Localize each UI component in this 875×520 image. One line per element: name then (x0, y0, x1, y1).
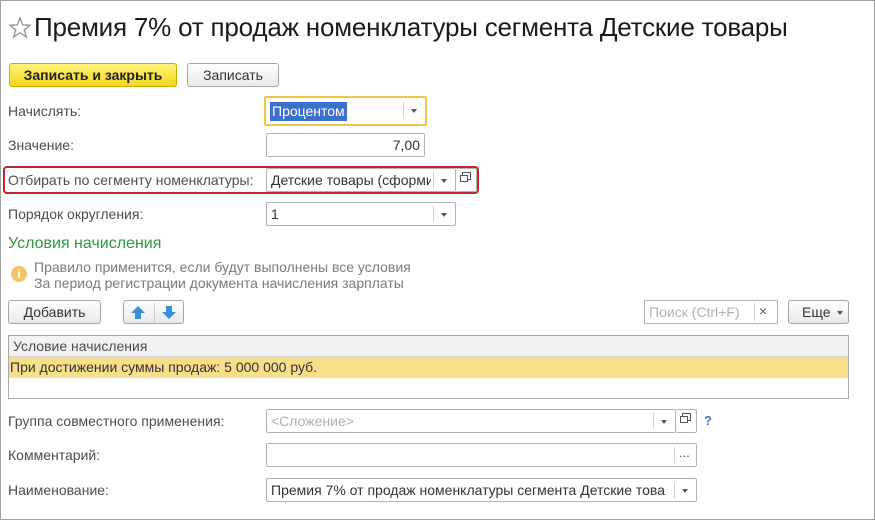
table-header: Условие начисления (9, 336, 848, 357)
group-open-button[interactable] (676, 409, 697, 433)
clear-icon[interactable]: × (759, 303, 767, 319)
add-button[interactable]: Добавить (8, 300, 101, 324)
group-label: Группа совместного применения: (8, 413, 225, 429)
group-placeholder: <Сложение> (271, 413, 354, 429)
chevron-down-icon (837, 311, 843, 315)
open-form-icon[interactable] (456, 169, 476, 191)
segment-label: Отбирать по сегменту номенклатуры: (8, 172, 254, 188)
more-label: Еще (802, 304, 831, 320)
help-icon[interactable]: ? (704, 413, 712, 428)
comment-input[interactable]: ... (266, 443, 697, 467)
save-and-close-button[interactable]: Записать и закрыть (9, 63, 177, 87)
info-line-1: Правило применится, если будут выполнены… (34, 259, 411, 275)
page-title: Премия 7% от продаж номенклатуры сегмент… (34, 12, 788, 42)
save-button[interactable]: Записать (187, 63, 279, 87)
segment-open-button[interactable] (456, 168, 477, 192)
comment-label: Комментарий: (8, 447, 101, 463)
column-header-condition: Условие начисления (13, 338, 148, 354)
segment-select[interactable]: Детские товары (сформиро (266, 168, 456, 192)
value-text: 7,00 (392, 137, 420, 153)
rounding-value: 1 (271, 206, 279, 222)
table-cell-condition: При достижении суммы продаж: 5 000 000 р… (10, 359, 318, 375)
move-buttons-group (123, 300, 184, 324)
open-form-icon[interactable] (676, 410, 696, 432)
accrue-value: Процентом (270, 102, 347, 121)
arrow-down-icon[interactable] (161, 305, 177, 320)
conditions-title: Условия начисления (8, 235, 162, 252)
more-button[interactable]: Еще (788, 300, 849, 324)
name-input[interactable]: Премия 7% от продаж номенклатуры сегмент… (266, 478, 697, 502)
ellipsis-icon[interactable]: ... (679, 445, 690, 460)
arrow-up-icon[interactable] (130, 305, 146, 320)
accrue-select[interactable]: Процентом (264, 96, 427, 126)
dropdown-arrow-icon[interactable] (433, 206, 455, 222)
search-placeholder: Поиск (Ctrl+F) (649, 304, 740, 320)
dropdown-arrow-icon[interactable] (674, 482, 696, 498)
conditions-table[interactable]: Условие начисления При достижении суммы … (8, 335, 849, 399)
dropdown-arrow-icon[interactable] (433, 172, 455, 188)
search-input[interactable]: Поиск (Ctrl+F) × (644, 300, 778, 324)
group-select[interactable]: <Сложение> (266, 409, 676, 433)
value-label: Значение: (8, 137, 74, 153)
segment-value: Детские товары (сформиро (271, 172, 431, 188)
info-line-2: За период регистрации документа начислен… (34, 275, 404, 291)
star-icon[interactable] (8, 14, 32, 42)
value-input[interactable]: 7,00 (266, 133, 425, 157)
rounding-select[interactable]: 1 (266, 202, 456, 226)
name-label: Наименование: (8, 482, 109, 498)
dropdown-arrow-icon[interactable] (653, 413, 675, 429)
name-value: Премия 7% от продаж номенклатуры сегмент… (271, 482, 666, 498)
accrue-label: Начислять: (8, 103, 82, 119)
dropdown-arrow-icon[interactable] (403, 102, 425, 118)
table-row[interactable]: При достижении суммы продаж: 5 000 000 р… (9, 357, 848, 378)
rounding-label: Порядок округления: (8, 206, 144, 222)
info-icon: i (11, 266, 27, 282)
